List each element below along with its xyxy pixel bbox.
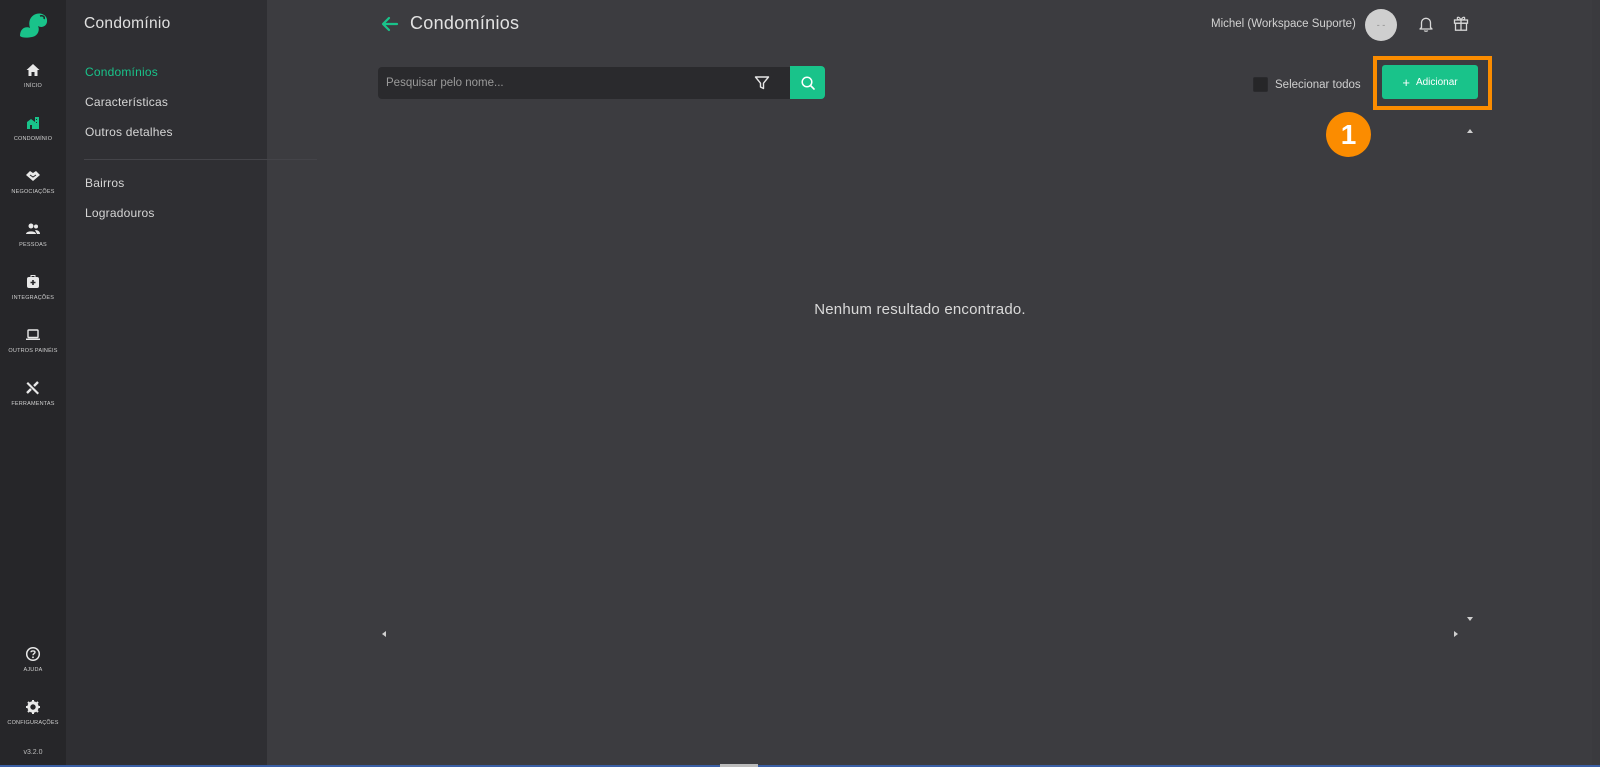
search-button[interactable]	[790, 66, 825, 99]
rail-label: Negociações	[11, 189, 55, 195]
rail-label: Configurações	[7, 720, 59, 726]
rail-label: Pessoas	[19, 242, 47, 248]
rail-item-negociacoes[interactable]: Negociações	[0, 168, 66, 214]
select-all-label: Selecionar todos	[1275, 78, 1361, 91]
scroll-down-icon[interactable]	[1466, 615, 1474, 623]
icon-rail: Início Condomínio Negociações Pessoas In…	[0, 0, 66, 767]
add-button-label: Adicionar	[1415, 76, 1458, 88]
rail-item-outros-paineis[interactable]: Outros painéis	[0, 327, 66, 373]
rail-item-ajuda[interactable]: Ajuda	[0, 646, 66, 692]
scroll-up-icon[interactable]	[1466, 127, 1474, 135]
plus-icon: +	[1402, 74, 1410, 90]
scroll-right-icon[interactable]	[1452, 630, 1460, 638]
subnav-divider	[84, 159, 317, 160]
window-edge	[1592, 0, 1600, 767]
rail-label: Outros painéis	[8, 348, 58, 354]
help-icon	[25, 646, 41, 662]
people-icon	[26, 223, 40, 234]
squirrel-logo-icon[interactable]	[16, 10, 50, 40]
empty-state-message: Nenhum resultado encontrado.	[814, 301, 1026, 318]
tools-icon	[26, 381, 39, 395]
scroll-left-icon[interactable]	[380, 630, 388, 638]
search-icon	[800, 75, 815, 90]
home-icon	[26, 64, 40, 76]
subnav-title: Condomínio	[84, 15, 171, 32]
add-button[interactable]: + Adicionar	[1382, 65, 1478, 99]
user-name[interactable]: Michel (Workspace Suporte)	[1211, 18, 1356, 30]
rail-item-inicio[interactable]: Início	[0, 62, 66, 108]
page-title: Condomínios	[410, 13, 520, 33]
rail-label: Condomínio	[13, 136, 53, 142]
select-all[interactable]: Selecionar todos	[1253, 77, 1361, 92]
integration-icon	[27, 275, 39, 288]
rail-label: Ferramentas	[11, 401, 55, 407]
version-label: v3.2.0	[23, 749, 43, 756]
bell-icon[interactable]	[1417, 15, 1435, 33]
rail-item-condominio[interactable]: Condomínio	[0, 115, 66, 161]
search-box	[378, 67, 790, 99]
subnav-panel: Condomínio Condomínios Características O…	[66, 0, 317, 767]
rail-label: Ajuda	[23, 667, 43, 673]
rail-item-configuracoes[interactable]: Configurações	[0, 699, 66, 745]
handshake-icon	[26, 171, 40, 181]
subnav-item-bairros[interactable]: Bairros	[85, 176, 124, 190]
subnav-item-outros-detalhes[interactable]: Outros detalhes	[85, 125, 173, 139]
laptop-icon	[26, 329, 40, 340]
gift-icon[interactable]	[1452, 14, 1470, 32]
rail-item-pessoas[interactable]: Pessoas	[0, 221, 66, 267]
filter-icon[interactable]	[754, 75, 770, 91]
rail-label: Início	[23, 83, 42, 89]
select-all-checkbox[interactable]	[1253, 77, 1268, 92]
step-number-badge: 1	[1326, 112, 1371, 157]
building-icon	[27, 117, 39, 129]
subnav-item-caracteristicas[interactable]: Características	[85, 95, 168, 109]
gear-icon	[26, 700, 40, 714]
avatar[interactable]: - -	[1365, 9, 1397, 41]
subnav-item-logradouros[interactable]: Logradouros	[85, 206, 155, 220]
back-arrow-icon[interactable]	[380, 14, 400, 34]
subnav-item-condominios[interactable]: Condomínios	[85, 65, 158, 79]
rail-item-ferramentas[interactable]: Ferramentas	[0, 380, 66, 426]
search-input[interactable]	[378, 67, 738, 99]
